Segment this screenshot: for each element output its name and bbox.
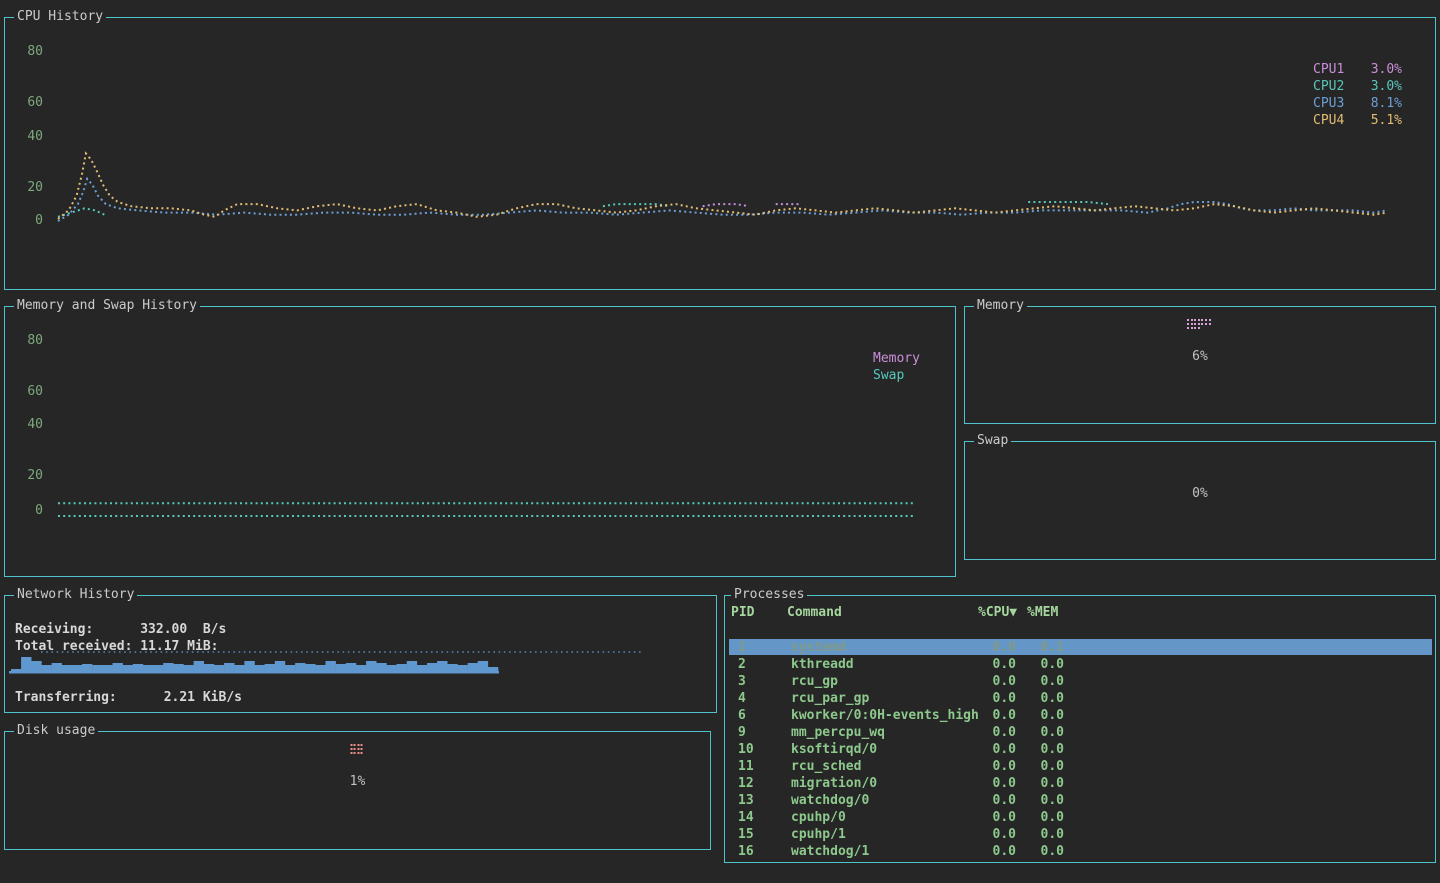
memory-swap-history-panel: Memory and Swap History 806040200 Memory… — [4, 306, 956, 577]
cpu-legend-value: 3.0% — [1346, 78, 1402, 95]
process-list: 1systemd0.00.12kthreadd0.00.03rcu_gp0.00… — [725, 639, 1435, 860]
process-pid: 9 — [738, 724, 746, 741]
cpu-legend-entry: CPU45.1% — [1313, 112, 1402, 129]
process-pid: 4 — [738, 690, 746, 707]
process-pid: 3 — [738, 673, 746, 690]
process-mem-percent: 0.0 — [1003, 707, 1064, 724]
process-row[interactable]: 12migration/00.00.0 — [725, 775, 1435, 792]
cpu-legend-entry: CPU23.0% — [1313, 78, 1402, 95]
cpu-legend-entry: CPU38.1% — [1313, 95, 1402, 112]
process-command: rcu_sched — [791, 758, 861, 775]
process-pid: 16 — [738, 843, 754, 860]
process-row[interactable]: 15cpuhp/10.00.0 — [725, 826, 1435, 843]
process-row[interactable]: 16watchdog/10.00.0 — [725, 843, 1435, 860]
process-command: cpuhp/1 — [791, 826, 846, 843]
process-pid: 6 — [738, 707, 746, 724]
cpu-history-chart — [5, 18, 1435, 289]
process-mem-percent: 0.0 — [1003, 775, 1064, 792]
processes-header-row: PID Command %CPU▼ %MEM — [725, 604, 1435, 621]
process-command: cpuhp/0 — [791, 809, 846, 826]
memory-percent-label: 6% — [965, 349, 1435, 365]
process-command: mm_percpu_wq — [791, 724, 885, 741]
cpu-history-panel: CPU History 806040200 CPU13.0%CPU23.0%CP… — [4, 17, 1436, 290]
process-mem-percent: 0.0 — [1003, 792, 1064, 809]
process-row[interactable]: 14cpuhp/00.00.0 — [725, 809, 1435, 826]
process-row[interactable]: 9mm_percpu_wq0.00.0 — [725, 724, 1435, 741]
network-transferring-line: Transferring: 2.21 KiB/s — [15, 689, 242, 706]
process-mem-percent: 0.0 — [1003, 656, 1064, 673]
cpu-legend-value: 8.1% — [1346, 95, 1402, 112]
process-pid: 11 — [738, 758, 754, 775]
process-row[interactable]: 4rcu_par_gp0.00.0 — [725, 690, 1435, 707]
processes-title: Processes — [731, 587, 807, 603]
memory-gauge-panel: Memory 6% — [964, 306, 1436, 424]
process-row[interactable]: 10ksoftirqd/00.00.0 — [725, 741, 1435, 758]
process-mem-percent: 0.0 — [1003, 826, 1064, 843]
process-row[interactable]: 11rcu_sched0.00.0 — [725, 758, 1435, 775]
cpu-legend-label: CPU1 — [1313, 61, 1346, 78]
memory-swap-legend-entry: Swap — [873, 367, 904, 384]
swap-gauge-panel: Swap 0% — [964, 441, 1436, 560]
process-pid: 10 — [738, 741, 754, 758]
column-header-command[interactable]: Command — [787, 604, 842, 621]
swap-gauge-title: Swap — [974, 433, 1011, 449]
network-history-panel: Network History Receiving: 332.00 B/s To… — [4, 595, 717, 713]
process-mem-percent: 0.0 — [1003, 758, 1064, 775]
process-mem-percent: 0.0 — [1003, 843, 1064, 860]
process-row[interactable]: 13watchdog/00.00.0 — [725, 792, 1435, 809]
process-mem-percent: 0.0 — [1003, 724, 1064, 741]
memory-gauge-title: Memory — [974, 298, 1027, 314]
process-row[interactable]: 6kworker/0:0H-events_high0.00.0 — [725, 707, 1435, 724]
process-command: rcu_gp — [791, 673, 838, 690]
process-mem-percent: 0.1 — [1003, 639, 1064, 656]
cpu-legend-label: CPU3 — [1313, 95, 1346, 112]
process-command: rcu_par_gp — [791, 690, 869, 707]
process-row[interactable]: 2kthreadd0.00.0 — [725, 656, 1435, 673]
process-mem-percent: 0.0 — [1003, 673, 1064, 690]
process-pid: 15 — [738, 826, 754, 843]
column-header-cpu-sorted[interactable]: %CPU▼ — [978, 604, 1017, 621]
processes-panel: Processes PID Command %CPU▼ %MEM 1system… — [724, 595, 1436, 863]
process-mem-percent: 0.0 — [1003, 690, 1064, 707]
process-command: ksoftirqd/0 — [791, 741, 877, 758]
disk-usage-gauge-dots — [350, 744, 365, 756]
column-header-pid[interactable]: PID — [731, 604, 754, 621]
process-mem-percent: 0.0 — [1003, 809, 1064, 826]
memory-swap-history-chart — [5, 307, 955, 576]
column-header-mem[interactable]: %MEM — [1027, 604, 1058, 621]
process-pid: 1 — [738, 639, 746, 656]
disk-usage-panel: Disk usage 1% — [4, 731, 711, 850]
cpu-legend-label: CPU4 — [1313, 112, 1346, 129]
process-mem-percent: 0.0 — [1003, 741, 1064, 758]
process-command: migration/0 — [791, 775, 877, 792]
process-command: systemd — [791, 639, 846, 656]
cpu-legend-value: 3.0% — [1346, 61, 1402, 78]
memory-gauge-dots — [1187, 319, 1213, 331]
memory-swap-legend-entry: Memory — [873, 350, 920, 367]
process-command: watchdog/1 — [791, 843, 869, 860]
process-pid: 13 — [738, 792, 754, 809]
process-command: kthreadd — [791, 656, 854, 673]
process-command: watchdog/0 — [791, 792, 869, 809]
disk-usage-title: Disk usage — [14, 723, 98, 739]
cpu-legend-entry: CPU13.0% — [1313, 61, 1402, 78]
process-pid: 12 — [738, 775, 754, 792]
cpu-legend-value: 5.1% — [1346, 112, 1402, 129]
process-pid: 2 — [738, 656, 746, 673]
swap-percent-label: 0% — [965, 486, 1435, 502]
process-pid: 14 — [738, 809, 754, 826]
cpu-legend-label: CPU2 — [1313, 78, 1346, 95]
process-command: kworker/0:0H-events_high — [791, 707, 979, 724]
disk-percent-label: 1% — [5, 774, 710, 790]
process-row-selected[interactable]: 1systemd0.00.1 — [725, 639, 1435, 656]
process-row[interactable]: 3rcu_gp0.00.0 — [725, 673, 1435, 690]
